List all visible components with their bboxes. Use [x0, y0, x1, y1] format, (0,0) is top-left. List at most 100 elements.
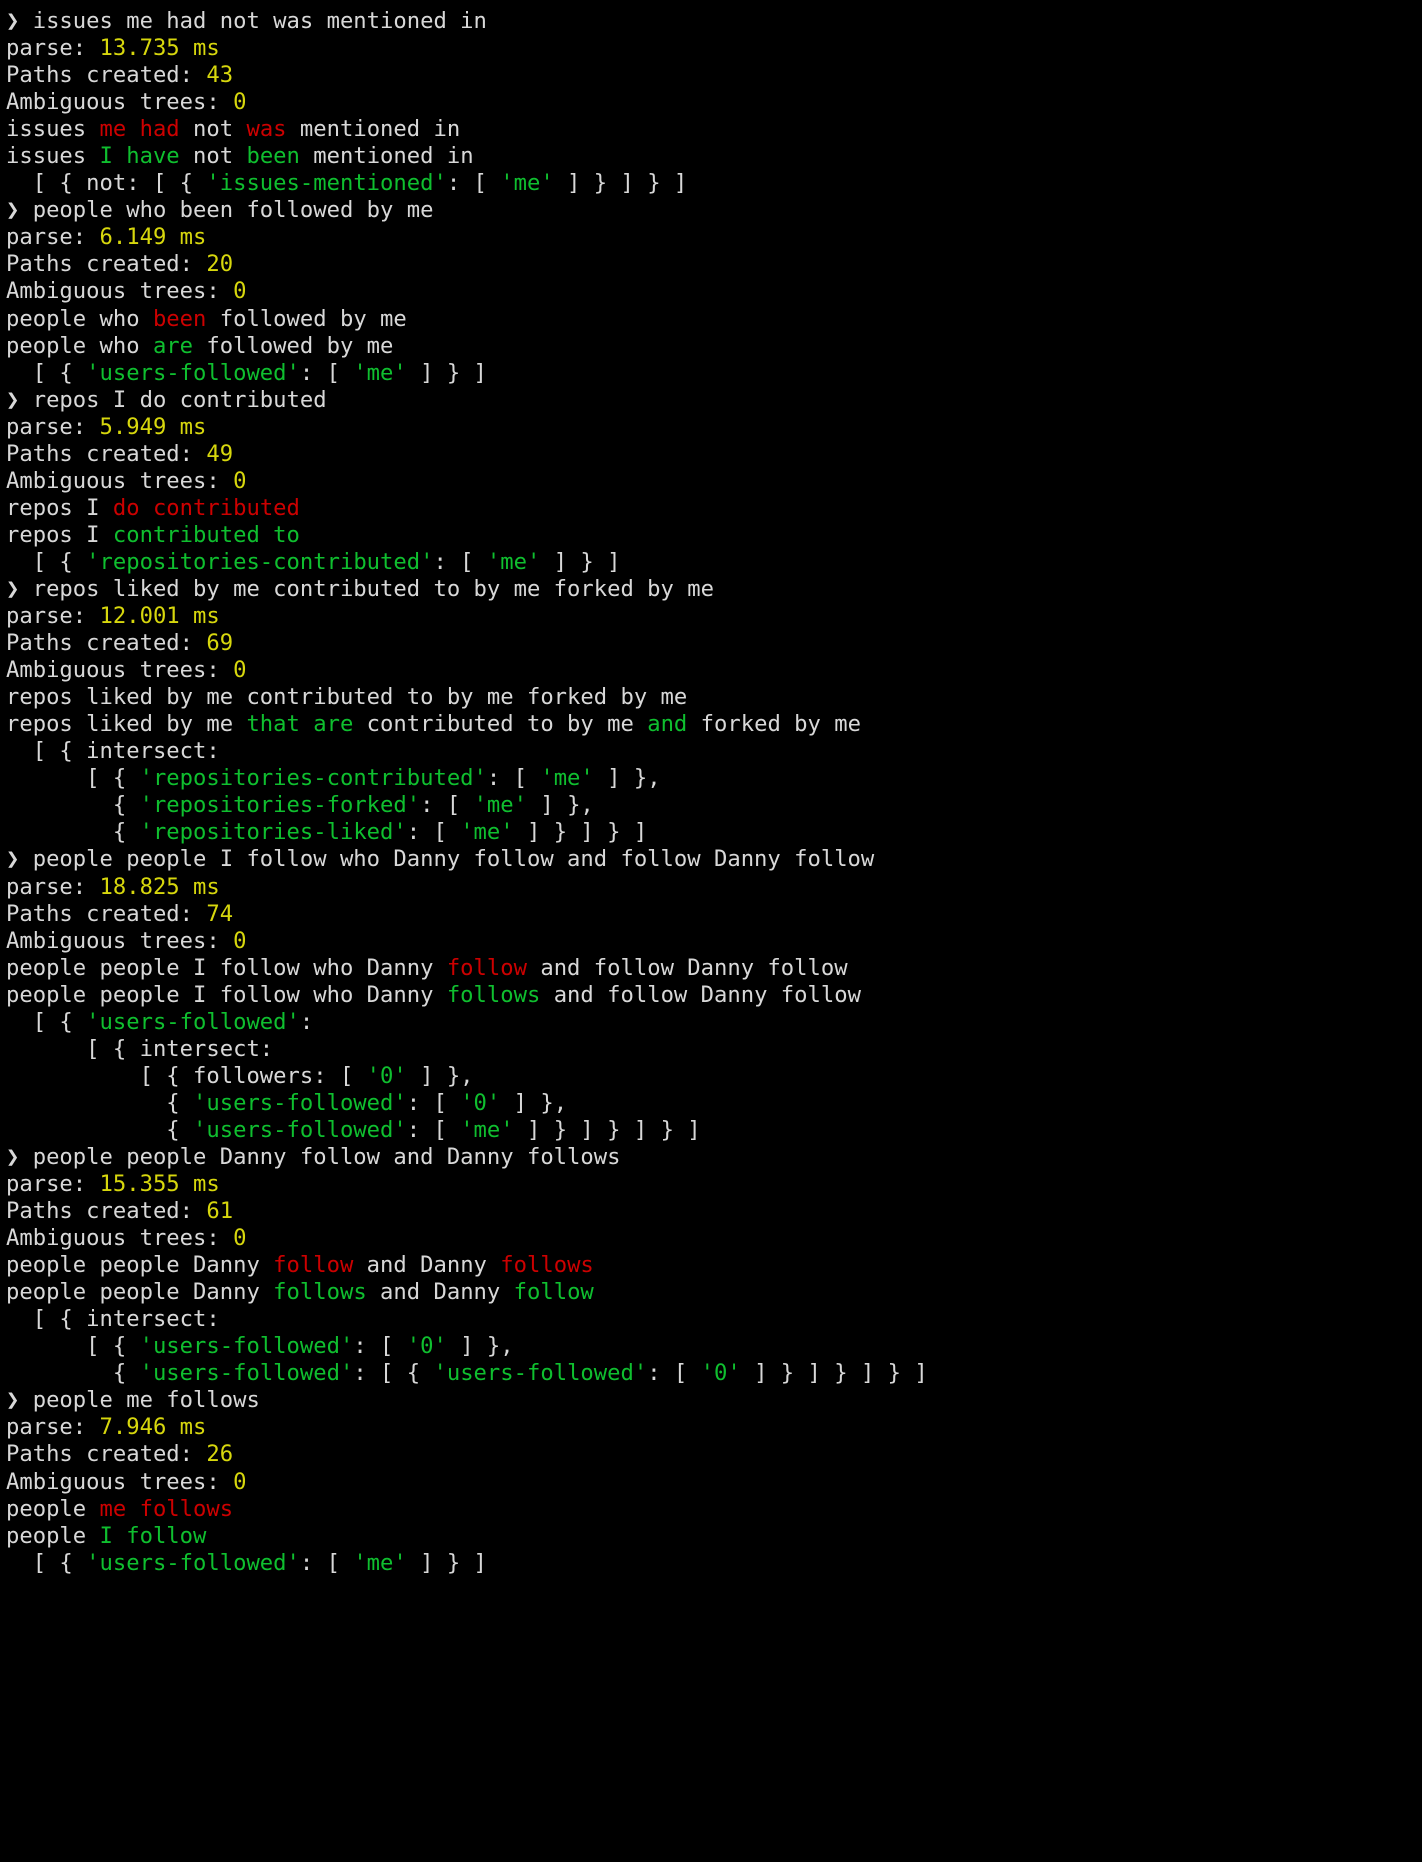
result-json-line: [ { intersect:: [6, 738, 1422, 765]
corrected-token: follows: [273, 1279, 367, 1306]
json-token: : [: [353, 1333, 407, 1360]
json-token: 'users-followed': [193, 1089, 407, 1116]
paths-created-label: Paths created:: [6, 251, 207, 278]
ambiguous-trees-value: 0: [233, 278, 247, 305]
original-token: mentioned in: [286, 116, 461, 143]
paths-created-label: Paths created:: [6, 630, 207, 657]
parse-value: 12.001 ms: [99, 603, 220, 630]
json-token: 'users-followed': [139, 1360, 354, 1387]
corrected-sentence-line: people people Danny follows and Danny fo…: [6, 1279, 1422, 1306]
corrected-token: and Danny: [366, 1279, 514, 1306]
parse-time-line: parse: 15.355 ms: [6, 1171, 1422, 1198]
ambiguous-trees-value: 0: [233, 467, 247, 494]
ambiguous-trees-value: 0: [233, 1225, 247, 1252]
parse-label: parse:: [6, 1414, 100, 1441]
json-token: 'repositories-forked': [139, 792, 421, 819]
corrected-token: been: [246, 143, 300, 170]
json-token: : [: [486, 765, 541, 792]
prompt-line[interactable]: ❯ people who been followed by me: [6, 197, 1422, 224]
json-token: :: [299, 1008, 314, 1035]
ambiguous-trees-label: Ambiguous trees:: [6, 1468, 234, 1495]
prompt-line[interactable]: ❯ issues me had not was mentioned in: [6, 8, 1422, 35]
corrected-token: that are: [246, 711, 354, 738]
paths-created-line: Paths created: 26: [6, 1441, 1422, 1468]
json-token: 'issues-mentioned': [206, 170, 447, 197]
original-token: not: [179, 116, 247, 143]
result-json-line: [ { 'repositories-contributed': [ 'me' ]…: [6, 549, 1422, 576]
original-token: followed by me: [206, 305, 407, 332]
corrected-token: not: [179, 143, 247, 170]
prompt-chevron-icon: ❯: [6, 1387, 33, 1414]
prompt-line[interactable]: ❯ people me follows: [6, 1387, 1422, 1414]
json-token: 'users-followed': [139, 1333, 354, 1360]
json-token: : [: [406, 1089, 461, 1116]
original-sentence-line: people who been followed by me: [6, 306, 1422, 333]
original-token: and follow Danny follow: [526, 954, 848, 981]
parse-time-line: parse: 12.001 ms: [6, 603, 1422, 630]
prompt-line[interactable]: ❯ people people Danny follow and Danny f…: [6, 1144, 1422, 1171]
json-token: '0': [406, 1333, 447, 1360]
corrected-token: follows: [446, 981, 541, 1008]
json-token: [ {: [6, 1008, 87, 1035]
json-token: 'me': [353, 1549, 407, 1576]
json-token: ] },: [593, 765, 661, 792]
json-token: ] } ] } ] } ]: [513, 1116, 701, 1143]
json-token: ] },: [527, 792, 594, 819]
original-token: and Danny: [353, 1252, 501, 1279]
paths-created-label: Paths created:: [6, 440, 207, 467]
json-token: ] } ]: [406, 359, 487, 386]
json-token: [ {: [6, 359, 87, 386]
paths-created-value: 26: [206, 1441, 234, 1468]
corrected-token: mentioned in: [299, 143, 474, 170]
result-json-line: { 'users-followed': [ '0' ] },: [6, 1090, 1422, 1117]
json-token: 'repositories-contributed': [86, 548, 434, 575]
ambiguous-trees-line: Ambiguous trees: 0: [6, 657, 1422, 684]
json-token: {: [6, 792, 140, 819]
json-token: {: [6, 1116, 194, 1143]
prompt-line[interactable]: ❯ repos I do contributed: [6, 387, 1422, 414]
result-json-line: { 'users-followed': [ { 'users-followed'…: [6, 1360, 1422, 1387]
parse-label: parse:: [6, 873, 100, 900]
result-json-line: [ { followers: [ '0' ] },: [6, 1063, 1422, 1090]
result-json-line: [ { 'users-followed': [ 'me' ] } ]: [6, 360, 1422, 387]
json-token: 'me': [473, 792, 527, 819]
parse-time-line: parse: 5.949 ms: [6, 414, 1422, 441]
ambiguous-trees-line: Ambiguous trees: 0: [6, 928, 1422, 955]
prompt-line[interactable]: ❯ people people I follow who Danny follo…: [6, 846, 1422, 873]
ambiguous-trees-line: Ambiguous trees: 0: [6, 1469, 1422, 1496]
paths-created-line: Paths created: 69: [6, 630, 1422, 657]
corrected-token: I have: [99, 143, 180, 170]
ambiguous-trees-line: Ambiguous trees: 0: [6, 89, 1422, 116]
ambiguous-trees-label: Ambiguous trees:: [6, 89, 234, 116]
json-token: : [: [433, 548, 487, 575]
command-text: people who been followed by me: [32, 197, 434, 224]
original-sentence-line: repos liked by me contributed to by me f…: [6, 684, 1422, 711]
paths-created-label: Paths created:: [6, 1441, 207, 1468]
json-token: ] } ]: [406, 1549, 487, 1576]
prompt-chevron-icon: ❯: [6, 386, 33, 413]
result-json-line: [ { intersect:: [6, 1036, 1422, 1063]
prompt-line[interactable]: ❯ repos liked by me contributed to by me…: [6, 576, 1422, 603]
paths-created-value: 69: [206, 630, 234, 657]
json-token: {: [6, 819, 140, 846]
corrected-token: follow: [513, 1279, 594, 1306]
parse-time-line: parse: 7.946 ms: [6, 1414, 1422, 1441]
json-token: 'users-followed': [433, 1360, 648, 1387]
parse-time-line: parse: 18.825 ms: [6, 874, 1422, 901]
json-token: [ {: [6, 765, 140, 792]
parse-label: parse:: [6, 1171, 100, 1198]
parse-value: 5.949 ms: [99, 413, 207, 440]
original-token: follows: [500, 1252, 594, 1279]
paths-created-line: Paths created: 20: [6, 251, 1422, 278]
json-token: 'me': [460, 1116, 514, 1143]
json-token: [ { intersect:: [6, 1306, 220, 1333]
terminal-output[interactable]: ❯ issues me had not was mentioned in pars…: [0, 0, 1422, 1862]
ambiguous-trees-line: Ambiguous trees: 0: [6, 1225, 1422, 1252]
json-token: 'me': [500, 170, 554, 197]
json-token: [ { not: [ {: [6, 170, 207, 197]
paths-created-line: Paths created: 74: [6, 901, 1422, 928]
parse-time-line: parse: 13.735 ms: [6, 35, 1422, 62]
corrected-sentence-line: people people I follow who Danny follows…: [6, 982, 1422, 1009]
json-token: 'me': [353, 359, 407, 386]
corrected-token: repos liked by me: [6, 711, 247, 738]
